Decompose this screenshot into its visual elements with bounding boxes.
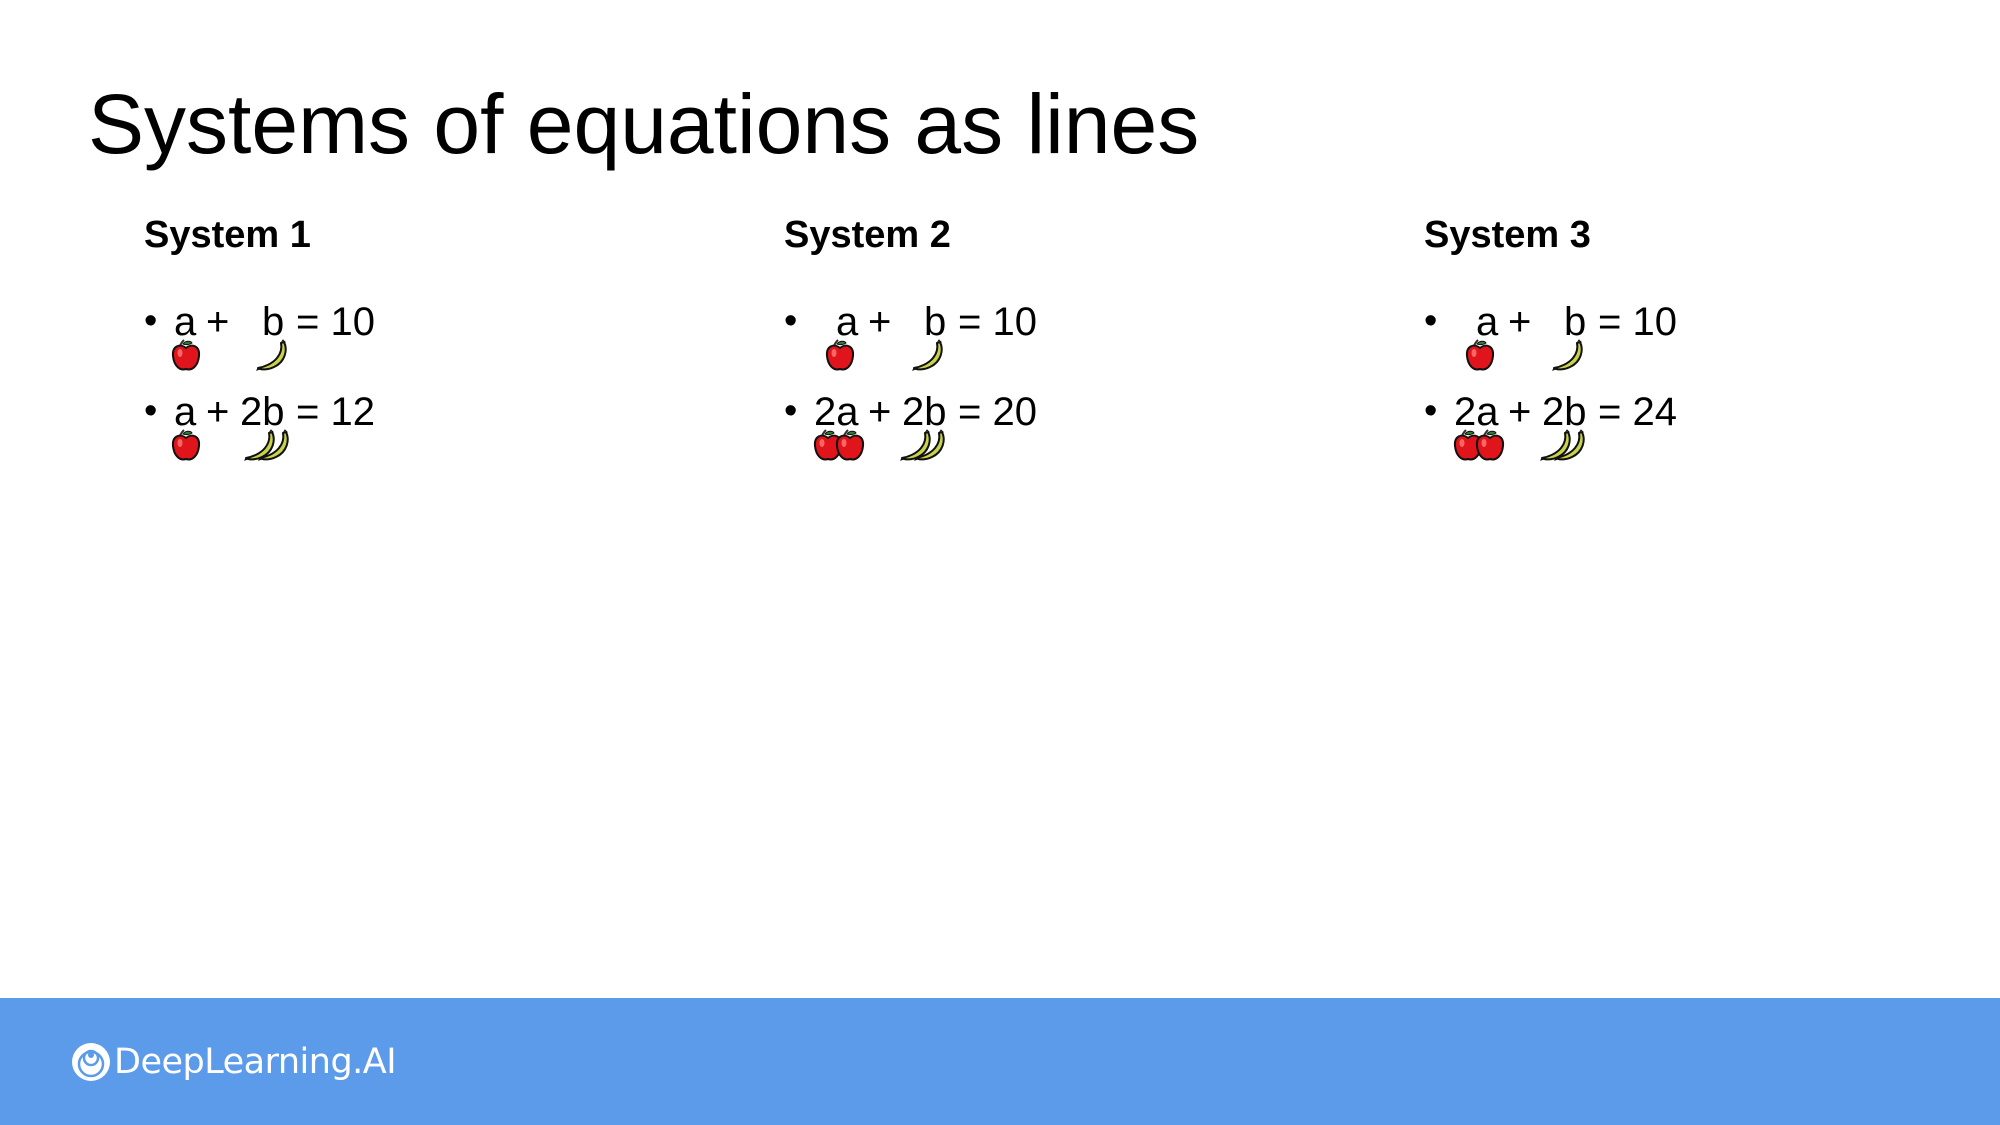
apple-variable: a [836, 390, 859, 434]
plus-sign: + [868, 300, 892, 344]
apple-icon [171, 429, 201, 461]
banana-icon [912, 339, 943, 371]
right-hand-side: = 24 [1598, 390, 1677, 434]
banana-icon-graphic [900, 429, 945, 461]
apple-icon [1452, 428, 1532, 468]
system-title: System 2 [784, 214, 951, 256]
banana-icon [912, 338, 992, 378]
right-hand-side: = 10 [1598, 300, 1677, 344]
apple-variable: a [174, 390, 197, 434]
apple-icon-graphic [825, 339, 855, 371]
slide-title: Systems of equations as lines [88, 77, 1200, 171]
apple-variable: a [174, 300, 197, 344]
bullet: • [784, 300, 798, 342]
banana-variable: b [1564, 390, 1587, 434]
equation-1: • a + b = 10 [144, 302, 704, 382]
right-hand-side: = 10 [958, 300, 1037, 344]
banana-icon-graphic [256, 339, 287, 371]
banana-icon [900, 428, 980, 468]
deeplearning-ai-logo-icon [72, 1043, 110, 1081]
apple-coefficient: 2 [814, 390, 837, 434]
banana-icon [244, 428, 324, 468]
plus-sign: + [868, 390, 892, 434]
apple-icon-graphic [171, 429, 201, 461]
banana-icon-graphic [1540, 429, 1585, 461]
apple-variable: a [1476, 300, 1499, 344]
system-3: System 3 • a + b = 10 • 2 a + 2 b = 24 [1424, 212, 2000, 461]
apple-icon [825, 339, 855, 371]
right-hand-side: = 20 [958, 390, 1037, 434]
plus-sign: + [1508, 300, 1532, 344]
apple-variable: a [1476, 390, 1499, 434]
apple-icon [1464, 338, 1544, 378]
banana-coefficient: 2 [902, 390, 925, 434]
apple-icon [170, 338, 250, 378]
equation-2: • 2 a + 2 b = 20 [784, 392, 1344, 472]
banana-variable: b [262, 390, 285, 434]
bullet: • [144, 300, 158, 342]
plus-sign: + [1508, 390, 1532, 434]
bullet: • [1424, 390, 1438, 432]
apple-coefficient: 2 [1454, 390, 1477, 434]
apple-icon [170, 428, 250, 468]
brand-name: DeepLearning.AI [114, 1042, 397, 1082]
banana-icon-graphic [244, 429, 289, 461]
banana-coefficient: 2 [240, 390, 263, 434]
apple-icon [824, 338, 904, 378]
apple-icon [812, 428, 892, 468]
system-title: System 1 [144, 214, 311, 256]
banana-icon [256, 338, 336, 378]
banana-icon-graphic [912, 339, 943, 371]
banana-icon [256, 339, 287, 371]
apple-icon-graphic [171, 339, 201, 371]
bullet: • [1424, 300, 1438, 342]
banana-variable: b [262, 300, 285, 344]
apple-icon [1465, 339, 1495, 371]
system-2: System 2 • a + b = 10 • 2 a + 2 b = 20 [784, 212, 1384, 461]
right-hand-side: = 12 [296, 390, 375, 434]
apple-icon [1475, 429, 1505, 461]
apple-icon [835, 429, 865, 461]
banana-variable: b [1564, 300, 1587, 344]
system-title: System 3 [1424, 214, 1591, 256]
equation-2: • 2 a + 2 b = 24 [1424, 392, 1984, 472]
bullet: • [144, 390, 158, 432]
banana-variable: b [924, 300, 947, 344]
right-hand-side: = 10 [296, 300, 375, 344]
bullet: • [784, 390, 798, 432]
equation-1: • a + b = 10 [1424, 302, 1984, 382]
footer-bar: DeepLearning.AI [0, 998, 2000, 1125]
apple-icon [171, 339, 201, 371]
banana-variable: b [924, 390, 947, 434]
system-1: System 1 • a + b = 10 • a + 2 b = 12 [144, 212, 744, 461]
banana-icon [1552, 338, 1632, 378]
banana-icon [1552, 339, 1583, 371]
apple-variable: a [836, 300, 859, 344]
apple-icon-graphic [1465, 339, 1495, 371]
banana-icon-graphic [1552, 339, 1583, 371]
plus-sign: + [206, 300, 230, 344]
apple-icon-graphic [1453, 429, 1505, 461]
banana-coefficient: 2 [1542, 390, 1565, 434]
equation-1: • a + b = 10 [784, 302, 1344, 382]
banana-icon [1540, 428, 1620, 468]
plus-sign: + [206, 390, 230, 434]
equation-2: • a + 2 b = 12 [144, 392, 704, 472]
apple-icon-graphic [813, 429, 865, 461]
